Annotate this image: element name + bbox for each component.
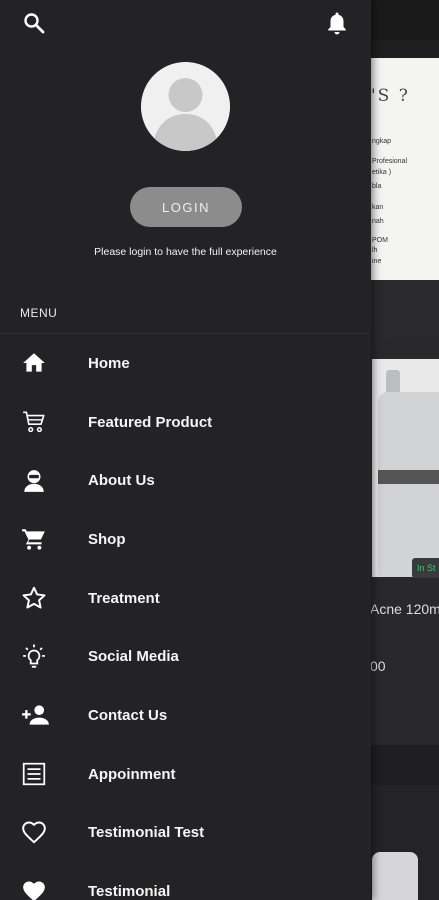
menu-item-featured-product[interactable]: Featured Product xyxy=(0,393,371,452)
menu-item-label: About Us xyxy=(88,472,155,490)
shopping-cart-icon xyxy=(22,529,45,551)
banner-line: ine xyxy=(372,258,382,265)
default-avatar-icon xyxy=(141,62,230,151)
menu-item-label: Treatment xyxy=(88,589,160,607)
stock-badge: In St xyxy=(412,558,439,578)
cart-outline-icon xyxy=(23,411,45,433)
menu-item-treatment[interactable]: Treatment xyxy=(0,569,371,628)
star-outline-icon xyxy=(22,586,46,609)
menu-section-label: MENU xyxy=(20,306,58,320)
person-badge-icon xyxy=(24,469,44,492)
product-price: 00 xyxy=(370,658,386,674)
notification-button[interactable] xyxy=(322,8,352,38)
menu-item-contact-us[interactable]: Contact Us xyxy=(0,686,371,745)
list-icon xyxy=(22,762,46,786)
menu-item-label: Home xyxy=(88,354,130,372)
product-bottle xyxy=(378,392,439,577)
menu-item-about-us[interactable]: About Us xyxy=(0,451,371,510)
menu-item-shop[interactable]: Shop xyxy=(0,510,371,569)
avatar[interactable] xyxy=(141,62,230,151)
banner-line: Profesional xyxy=(372,158,408,165)
menu-list: Home Featured Product About Us Shop Trea… xyxy=(0,334,371,900)
banner-line: nah xyxy=(372,218,384,225)
banner-line: bla xyxy=(372,183,382,190)
product-name: Acne 120m xyxy=(370,601,439,617)
login-hint: Please login to have the full experience xyxy=(94,246,277,258)
menu-item-label: Appoinment xyxy=(88,765,176,783)
heart-filled-icon xyxy=(23,881,45,900)
heart-outline-icon xyxy=(22,821,46,844)
banner-line: ngkap xyxy=(372,138,392,145)
menu-item-label: Social Media xyxy=(88,648,179,666)
banner-title: 'S ? xyxy=(371,86,410,106)
banner-line: kan xyxy=(372,204,384,211)
menu-item-appoinment[interactable]: Appoinment xyxy=(0,745,371,804)
product-bottle-label xyxy=(378,470,439,484)
login-button[interactable]: LOGIN xyxy=(130,187,242,227)
menu-item-testimonial[interactable]: Testimonial xyxy=(0,862,371,900)
menu-item-label: Testimonial Test xyxy=(88,824,205,842)
banner-line: lh xyxy=(372,247,378,254)
menu-item-home[interactable]: Home xyxy=(0,334,371,393)
search-icon xyxy=(24,13,45,34)
person-add-icon xyxy=(22,705,49,726)
lightbulb-icon xyxy=(23,644,45,668)
navigation-drawer: LOGIN Please login to have the full expe… xyxy=(0,0,371,900)
menu-item-testimonial-test[interactable]: Testimonial Test xyxy=(0,804,371,863)
search-button[interactable] xyxy=(19,8,49,38)
bell-icon xyxy=(328,12,346,35)
menu-item-label: Testimonial xyxy=(88,883,171,900)
menu-item-label: Featured Product xyxy=(88,413,213,431)
home-icon xyxy=(23,353,45,373)
menu-item-label: Shop xyxy=(88,530,126,548)
banner-line: etika ) xyxy=(372,169,392,176)
banner-line: POM xyxy=(372,237,388,244)
menu-item-social-media[interactable]: Social Media xyxy=(0,627,371,686)
background-thumbnail xyxy=(372,852,418,900)
menu-item-label: Contact Us xyxy=(88,706,168,724)
